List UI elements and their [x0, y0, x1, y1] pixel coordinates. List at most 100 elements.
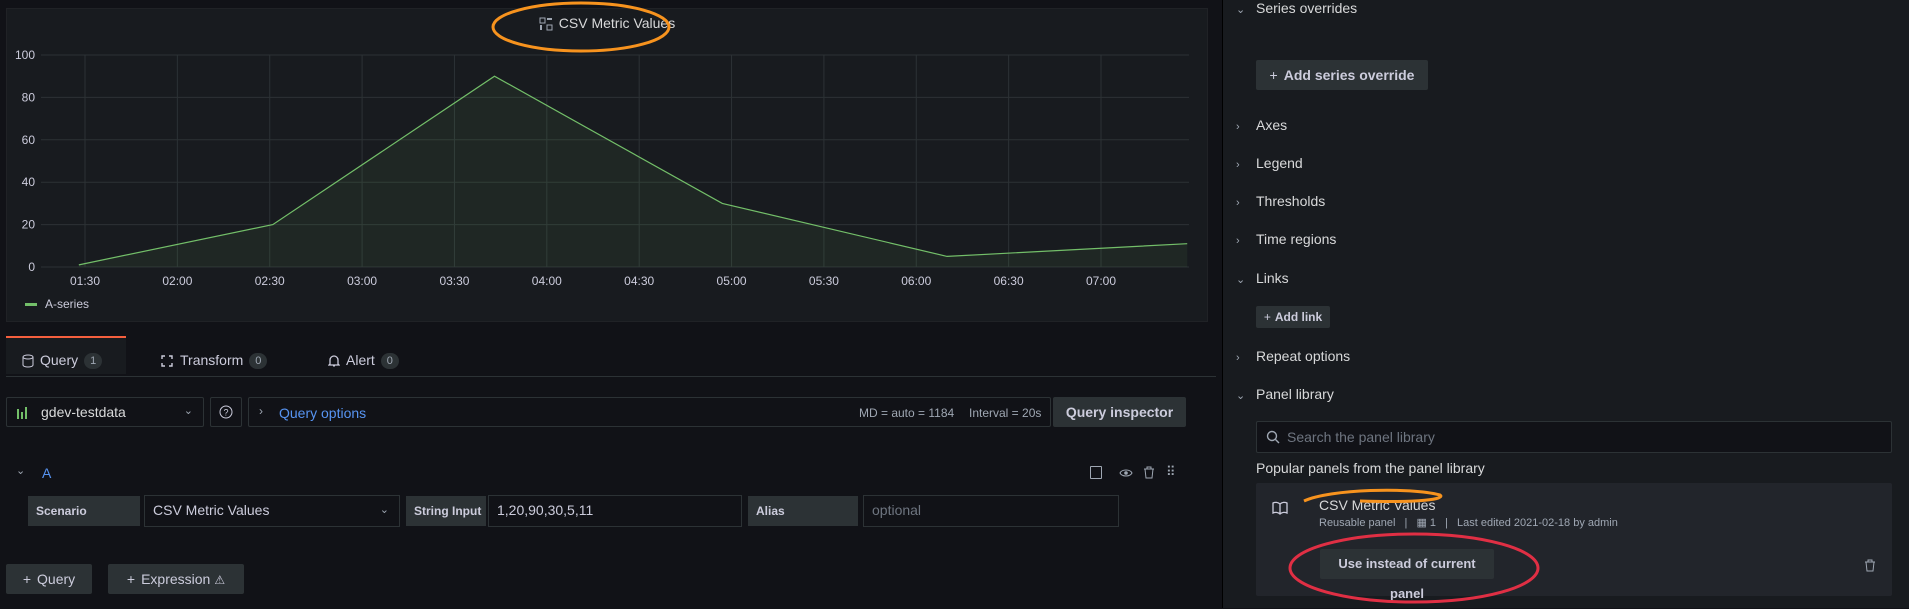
string-input-field[interactable]: 1,20,90,30,5,11: [488, 495, 742, 527]
legend-item[interactable]: A-series: [25, 297, 89, 311]
query-options-label[interactable]: Query options: [279, 405, 366, 421]
chevron-right-icon: ›: [1236, 235, 1240, 247]
section-title: Repeat options: [1256, 348, 1351, 364]
alias-input[interactable]: optional: [863, 495, 1119, 527]
chevron-right-icon: ›: [1236, 197, 1240, 209]
popular-panels-heading: Popular panels from the panel library: [1256, 460, 1485, 476]
y-tick-label: 80: [22, 90, 36, 104]
section-title: Legend: [1256, 155, 1303, 171]
max-datapoints-info: MD = auto = 1184: [859, 406, 955, 420]
tab-transform[interactable]: Transform 0: [160, 338, 268, 376]
scenario-select[interactable]: CSV Metric Values ⌄: [144, 495, 400, 527]
chevron-down-icon: ⌄: [379, 504, 389, 516]
x-tick-label: 04:30: [624, 274, 654, 288]
eye-icon[interactable]: [1119, 468, 1133, 478]
scenario-label: Scenario: [28, 496, 140, 526]
trash-icon[interactable]: [1864, 559, 1876, 572]
database-icon: [22, 354, 34, 368]
y-tick-label: 60: [22, 133, 36, 147]
book-icon: [1272, 501, 1288, 515]
trash-icon[interactable]: [1143, 466, 1155, 479]
annotation-circle-title: [491, 1, 671, 53]
x-tick-label: 07:00: [1086, 274, 1116, 288]
drag-handle-icon[interactable]: ⠿: [1166, 464, 1175, 480]
interval-info: Interval = 20s: [969, 406, 1042, 420]
y-tick-label: 100: [15, 48, 35, 62]
series-area: [78, 76, 1188, 267]
query-row-header: ⌄ A ⠿: [6, 462, 1190, 488]
section-title: Time regions: [1256, 231, 1337, 247]
section-title: Panel library: [1256, 386, 1334, 402]
x-tick-label: 06:00: [901, 274, 931, 288]
tab-count: 0: [380, 353, 399, 370]
transform-icon: [161, 355, 173, 367]
plus-icon: +: [1269, 67, 1278, 83]
x-tick-label: 01:30: [70, 274, 100, 288]
x-tick-label: 03:00: [347, 274, 377, 288]
chevron-down-icon: ⌄: [1236, 390, 1246, 402]
x-tick-label: 05:30: [809, 274, 839, 288]
tab-alert[interactable]: Alert 0: [327, 338, 399, 376]
y-tick-label: 20: [22, 218, 36, 232]
duplicate-icon[interactable]: [1090, 466, 1102, 479]
chevron-down-icon: ⌄: [183, 405, 193, 417]
query-inspector-button[interactable]: Query inspector: [1053, 397, 1186, 427]
collapse-chevron-icon[interactable]: ⌄: [16, 464, 25, 477]
section-panel-library[interactable]: ⌄ Panel library: [1236, 386, 1334, 402]
tab-label: Query: [40, 352, 79, 368]
section-title: Axes: [1256, 117, 1288, 133]
scenario-value: CSV Metric Values: [153, 502, 270, 518]
x-tick-label: 04:00: [532, 274, 562, 288]
plus-icon: +: [1263, 310, 1271, 324]
bell-icon: [327, 355, 341, 367]
legend-swatch: [25, 303, 37, 307]
add-expression-label: Expression: [141, 571, 211, 587]
section-links[interactable]: ⌄ Links: [1236, 270, 1289, 286]
chevron-down-icon: ⌄: [1236, 4, 1246, 16]
section-repeat-options[interactable]: › Repeat options: [1236, 348, 1350, 364]
section-thresholds[interactable]: › Thresholds: [1236, 193, 1325, 209]
x-tick-label: 02:00: [162, 274, 192, 288]
y-tick-label: 40: [22, 175, 36, 189]
datasource-name: gdev-testdata: [41, 404, 126, 420]
help-button[interactable]: ?: [210, 397, 242, 427]
section-series-overrides[interactable]: ⌄ Series overrides: [1236, 0, 1357, 16]
chevron-right-icon: ›: [259, 404, 263, 418]
tab-label: Alert: [346, 352, 375, 368]
search-icon: [1266, 430, 1280, 444]
add-query-button[interactable]: + Query: [6, 564, 92, 594]
query-ref-id[interactable]: A: [42, 465, 51, 481]
x-tick-label: 06:30: [994, 274, 1024, 288]
add-series-override-label: Add series override: [1283, 67, 1415, 83]
tab-query[interactable]: Query 1: [6, 336, 126, 374]
tab-count: 0: [249, 353, 268, 370]
chevron-right-icon: ›: [1236, 159, 1240, 171]
testdata-icon: [17, 407, 27, 419]
search-placeholder: Search the panel library: [1287, 429, 1435, 445]
x-tick-label: 05:00: [717, 274, 747, 288]
warning-icon: ⚠: [214, 573, 226, 587]
annotation-circle-use-instead: [1288, 532, 1540, 604]
section-time-regions[interactable]: › Time regions: [1236, 231, 1336, 247]
add-query-label: Query: [37, 571, 76, 587]
string-input-label: String Input: [406, 496, 486, 526]
add-series-override-button[interactable]: + Add series override: [1256, 60, 1428, 90]
add-expression-button[interactable]: + Expression ⚠: [108, 564, 244, 594]
section-title: Thresholds: [1256, 193, 1326, 209]
section-axes[interactable]: › Axes: [1236, 117, 1287, 133]
tab-label: Transform: [180, 352, 244, 368]
add-link-button[interactable]: + Add link: [1256, 306, 1330, 328]
query-options-bar[interactable]: › Query options MD = auto = 1184 Interva…: [248, 397, 1051, 427]
section-legend[interactable]: › Legend: [1236, 155, 1303, 171]
chevron-down-icon: ⌄: [1236, 274, 1246, 286]
panel-library-search[interactable]: Search the panel library: [1256, 421, 1892, 453]
question-circle-icon: ?: [219, 405, 233, 419]
chevron-right-icon: ›: [1236, 352, 1240, 364]
x-tick-label: 02:30: [255, 274, 285, 288]
plus-icon: +: [126, 571, 136, 587]
chevron-right-icon: ›: [1236, 121, 1240, 133]
datasource-picker[interactable]: gdev-testdata ⌄: [6, 397, 204, 427]
alias-label: Alias: [748, 496, 858, 526]
section-title: Links: [1256, 270, 1289, 286]
svg-text:?: ?: [223, 408, 228, 418]
